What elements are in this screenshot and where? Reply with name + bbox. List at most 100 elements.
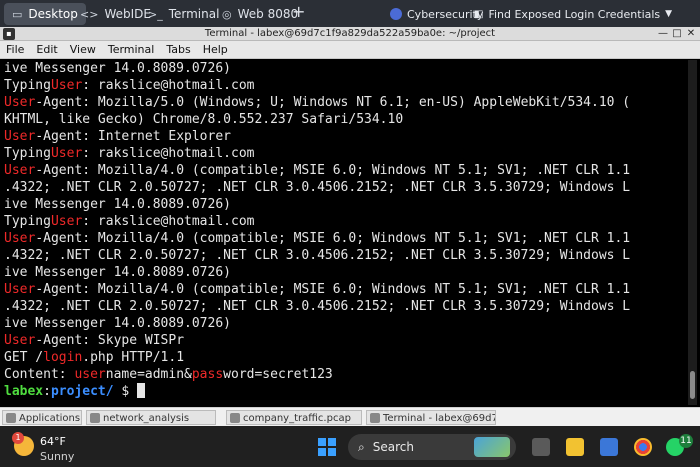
terminal-text: -Agent: Skype WISPr	[35, 333, 185, 348]
highlighted-match: pass	[191, 367, 224, 382]
window-item-pcap[interactable]: company_traffic.pcap	[226, 410, 362, 425]
terminal-line: ive Messenger 14.0.8089.0726)	[4, 196, 684, 213]
terminal-text: ive Messenger 14.0.8089.0726)	[4, 61, 231, 76]
menu-view[interactable]: View	[70, 43, 96, 56]
task-view-icon[interactable]	[532, 438, 550, 456]
terminal-line: KHTML, like Gecko) Chrome/8.0.552.237 Sa…	[4, 111, 684, 128]
prompt-user: labex	[4, 384, 44, 399]
os-taskbar: 1 64°F Sunny ⌕ Search	[0, 426, 700, 467]
terminal-text: Typing	[4, 146, 51, 161]
chevron-down-icon: ▼	[665, 9, 673, 19]
taskbar-search[interactable]: ⌕ Search	[348, 434, 516, 460]
highlighted-match: User	[4, 333, 36, 348]
terminal-text: Typing	[4, 214, 51, 229]
terminal-text: .4322; .NET CLR 2.0.50727; .NET CLR 3.0.…	[4, 299, 631, 314]
terminal-text: Content:	[4, 367, 75, 382]
terminal-output[interactable]: ive Messenger 14.0.8089.0726) TypingUser:…	[4, 60, 684, 405]
lab-selector[interactable]: ◧ Find Exposed Login Credentials ▼	[474, 4, 672, 24]
weather-condition: Sunny	[40, 450, 75, 463]
window-item-network-analysis[interactable]: network_analysis	[86, 410, 216, 425]
terminal-text: GET /	[4, 350, 44, 365]
new-tab-button[interactable]: +	[292, 2, 305, 21]
scrollbar-thumb[interactable]	[690, 371, 695, 399]
terminal-line: User-Agent: Mozilla/4.0 (compatible; MSI…	[4, 230, 684, 247]
close-button[interactable]: ✕	[684, 27, 698, 41]
weather-temperature: 64°F	[40, 435, 66, 448]
shell-prompt: labex:project/ $	[4, 383, 684, 400]
terminal-text: .4322; .NET CLR 2.0.50727; .NET CLR 3.0.…	[4, 180, 631, 195]
terminal-line: ive Messenger 14.0.8089.0726)	[4, 60, 684, 77]
minimize-button[interactable]: —	[656, 27, 670, 41]
terminal-line: TypingUser: rakslice@hotmail.com	[4, 77, 684, 94]
chrome-icon[interactable]	[634, 438, 652, 456]
tab-web-8080-label: Web 8080	[237, 7, 299, 21]
terminal-text: -Agent: Mozilla/4.0 (compatible; MSIE 6.…	[35, 163, 631, 178]
terminal-text: : rakslice@hotmail.com	[82, 78, 255, 93]
text-cursor	[137, 383, 146, 398]
terminal-line: TypingUser: rakslice@hotmail.com	[4, 145, 684, 162]
prompt-path: project/	[50, 384, 114, 399]
terminal-text: ive Messenger 14.0.8089.0726)	[4, 316, 231, 331]
maximize-button[interactable]: □	[670, 27, 684, 41]
terminal-text: ive Messenger 14.0.8089.0726)	[4, 265, 231, 280]
terminal-scrollbar[interactable]	[688, 60, 697, 405]
windows-start-icon[interactable]	[318, 438, 336, 456]
terminal-text: KHTML, like Gecko) Chrome/8.0.552.237 Sa…	[4, 112, 404, 127]
window-item-terminal[interactable]: Terminal - labex@69d7c	[366, 410, 496, 425]
menu-edit[interactable]: Edit	[36, 43, 57, 56]
weather-alert-badge: 1	[12, 432, 24, 444]
terminal-line: .4322; .NET CLR 2.0.50727; .NET CLR 3.0.…	[4, 179, 684, 196]
menu-help[interactable]: Help	[203, 43, 228, 56]
terminal-line: ive Messenger 14.0.8089.0726)	[4, 264, 684, 281]
terminal-line: User-Agent: Internet Explorer	[4, 128, 684, 145]
search-label: Search	[372, 440, 414, 454]
window-title: Terminal - labex@69d7c1f9a829da522a59ba0…	[204, 28, 496, 39]
terminal-text: word=secret123	[223, 367, 333, 382]
terminal-text: name=admin&	[105, 367, 192, 382]
search-icon: ⌕	[358, 439, 365, 454]
lab-icon: ◧	[474, 8, 484, 20]
notification-count-badge: 11	[679, 434, 693, 448]
file-explorer-icon[interactable]	[566, 438, 584, 456]
terminal-text: .php HTTP/1.1	[82, 350, 185, 365]
terminal-text: -Agent: Mozilla/4.0 (compatible; MSIE 6.…	[35, 282, 631, 297]
search-highlight-image	[474, 437, 510, 457]
menu-tabs[interactable]: Tabs	[166, 43, 190, 56]
tab-desktop-label: Desktop	[28, 7, 78, 21]
window-titlebar: ▪ Terminal - labex@69d7c1f9a829da522a59b…	[0, 27, 700, 41]
terminal-line: User-Agent: Mozilla/4.0 (compatible; MSI…	[4, 162, 684, 179]
terminal-line: User-Agent: Skype WISPr	[4, 332, 684, 349]
terminal-text: : rakslice@hotmail.com	[82, 214, 255, 229]
menu-terminal[interactable]: Terminal	[108, 43, 155, 56]
menu-bar: File Edit View Terminal Tabs Help	[0, 41, 700, 59]
folder-icon: ▭	[12, 7, 23, 21]
terminal-window: ▪ Terminal - labex@69d7c1f9a829da522a59b…	[0, 27, 700, 407]
highlighted-match: User	[4, 95, 36, 110]
terminal-line: ive Messenger 14.0.8089.0726)	[4, 315, 684, 332]
cybersecurity-icon	[390, 8, 402, 20]
terminal-text: -Agent: Mozilla/5.0 (Windows; U; Windows…	[35, 95, 631, 110]
terminal-line: User-Agent: Mozilla/4.0 (compatible; MSI…	[4, 281, 684, 298]
terminal-line: .4322; .NET CLR 2.0.50727; .NET CLR 3.0.…	[4, 298, 684, 315]
highlighted-match: User	[50, 78, 83, 93]
terminal-text: : rakslice@hotmail.com	[82, 146, 255, 161]
highlighted-match: User	[4, 282, 36, 297]
course-category[interactable]: Cybersecurity	[390, 4, 483, 24]
terminal-text: -Agent: Internet Explorer	[35, 129, 231, 144]
terminal-line: GET /login.php HTTP/1.1	[4, 349, 684, 366]
menu-file[interactable]: File	[6, 43, 24, 56]
window-item-applications[interactable]: Applications	[2, 410, 82, 425]
mail-icon[interactable]	[600, 438, 618, 456]
highlighted-match: login	[43, 350, 83, 365]
course-category-label: Cybersecurity	[407, 7, 484, 21]
terminal-line: .4322; .NET CLR 2.0.50727; .NET CLR 3.0.…	[4, 247, 684, 264]
terminal-line: User-Agent: Mozilla/5.0 (Windows; U; Win…	[4, 94, 684, 111]
prompt-symbol: $	[113, 384, 138, 399]
lab-title: Find Exposed Login Credentials	[488, 7, 661, 21]
terminal-text: Typing	[4, 78, 51, 93]
prompt-separator: :	[43, 384, 51, 399]
highlighted-match: user	[74, 367, 106, 382]
terminal-text: -Agent: Mozilla/4.0 (compatible; MSIE 6.…	[35, 231, 631, 246]
workspace-tab-bar: ▭ Desktop <> WebIDE >_ Terminal ◎ Web 80…	[0, 0, 700, 27]
tab-terminal-label: Terminal	[168, 7, 220, 21]
